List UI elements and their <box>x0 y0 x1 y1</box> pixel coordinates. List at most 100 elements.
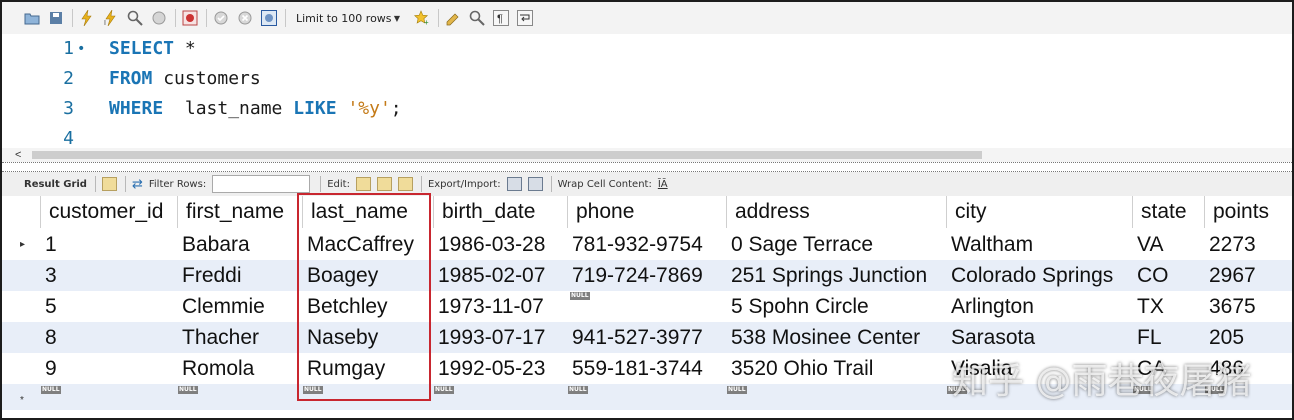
grid-cell-state[interactable]: VA <box>1132 229 1163 260</box>
explain-magnifier-icon[interactable] <box>127 10 143 26</box>
column-header-address[interactable]: address <box>726 196 946 228</box>
grid-cell-customer-id[interactable]: 9 <box>40 353 57 384</box>
grid-cell-city[interactable]: Waltham <box>946 229 1033 260</box>
grid-cell-address[interactable]: 5 Spohn Circle <box>726 291 869 322</box>
delete-row-icon[interactable] <box>397 177 413 191</box>
scroll-left-arrow-icon[interactable]: < <box>15 148 21 162</box>
grid-cell-city[interactable]: Arlington <box>946 291 1034 322</box>
toolbar-separator <box>175 9 176 27</box>
rollback-icon[interactable] <box>237 10 253 26</box>
toolbar-separator <box>320 176 322 192</box>
export-import-label: Export/Import: <box>427 178 501 190</box>
grid-cell-phone[interactable]: 719-724-7869 <box>567 260 703 291</box>
grid-cell-birth-date[interactable]: 1973-11-07 <box>433 291 544 322</box>
null-badge[interactable]: NULL <box>178 386 198 394</box>
grid-cell-first-name[interactable]: Babara <box>177 229 250 260</box>
grid-cell-customer-id[interactable]: 1 <box>40 229 57 260</box>
code-text: SELECT * <box>109 34 196 64</box>
wrap-cell-toggle-icon[interactable]: ĪĀ <box>658 179 668 190</box>
import-icon[interactable] <box>527 177 543 191</box>
line-number: 3 <box>63 98 74 119</box>
find-magnifier-icon[interactable] <box>469 10 485 26</box>
null-badge[interactable]: NULL <box>434 386 454 394</box>
export-icon[interactable] <box>506 177 522 191</box>
add-snippet-star-icon[interactable]: + <box>414 10 430 26</box>
sql-identifier <box>337 98 348 119</box>
grid-cell-address[interactable]: 3520 Ohio Trail <box>726 353 873 384</box>
sql-identifier: ; <box>390 98 402 119</box>
null-badge[interactable]: NULL <box>41 386 61 394</box>
grid-cell-first-name[interactable]: Freddi <box>177 260 242 291</box>
grid-cell-state[interactable]: FL <box>1132 322 1162 353</box>
execute-current-icon[interactable]: I <box>103 10 119 26</box>
stop-icon[interactable] <box>151 10 167 26</box>
panel-splitter[interactable] <box>2 162 1292 172</box>
refresh-arrows-icon[interactable]: ⇄ <box>132 177 143 192</box>
grid-cell-address[interactable]: 251 Springs Junction <box>726 260 927 291</box>
grid-cell-city[interactable]: Colorado Springs <box>946 260 1113 291</box>
column-header-birth-date[interactable]: birth_date <box>433 196 567 228</box>
null-badge[interactable]: NULL <box>568 386 588 394</box>
grid-cell-phone[interactable]: 559-181-3744 <box>567 353 703 384</box>
column-header-first-name[interactable]: first_name <box>177 196 302 228</box>
grid-cell-first-name[interactable]: Clemmie <box>177 291 265 322</box>
column-header-customer-id[interactable]: customer_id <box>40 196 177 228</box>
toggle-continue-on-error-icon[interactable] <box>182 10 198 26</box>
grid-cell-points[interactable]: 2273 <box>1204 229 1256 260</box>
insert-row-icon[interactable] <box>376 177 392 191</box>
grid-cell-phone[interactable]: 941-527-3977 <box>567 322 703 353</box>
column-header-phone[interactable]: phone <box>567 196 726 228</box>
toolbar-separator <box>94 176 96 192</box>
beautify-brush-icon[interactable] <box>445 10 461 26</box>
column-header-state[interactable]: state <box>1132 196 1204 228</box>
grid-cell-city[interactable]: Sarasota <box>946 322 1035 353</box>
last-name-highlight-box <box>297 193 431 401</box>
null-badge[interactable]: NULL <box>727 386 747 394</box>
grid-cell-customer-id[interactable]: 3 <box>40 260 57 291</box>
column-header-points[interactable]: points <box>1204 196 1286 228</box>
grid-cell-phone[interactable]: 781-932-9754 <box>567 229 703 260</box>
editor-horizontal-scrollbar[interactable]: < <box>2 148 1292 162</box>
grid-cell-first-name[interactable]: Thacher <box>177 322 259 353</box>
save-icon[interactable] <box>48 10 64 26</box>
scrollbar-thumb[interactable] <box>32 151 982 159</box>
invisible-characters-icon[interactable]: ¶ <box>493 10 509 26</box>
grid-cell-state[interactable]: CO <box>1132 260 1169 291</box>
grid-cell-points[interactable]: 3675 <box>1204 291 1256 322</box>
grid-cell-birth-date[interactable]: 1993-07-17 <box>433 322 545 353</box>
column-header-city[interactable]: city <box>946 196 1132 228</box>
sql-editor[interactable]: 1 • SELECT * 2 FROM customers 3 WHERE last_nam… <box>2 34 1292 149</box>
grid-cell-points[interactable]: 205 <box>1204 322 1244 353</box>
null-badge[interactable]: NULL <box>570 292 590 300</box>
grid-view-icon[interactable] <box>101 177 117 191</box>
toolbar-separator <box>285 9 286 27</box>
table-row[interactable]: 5 Clemmie Betchley 1973-11-07 NULL 5 Spohn Ci… <box>2 291 1292 322</box>
result-toolbar: Result Grid ⇄ Filter Rows: Edit: Export/… <box>2 172 1292 196</box>
autocommit-toggle-icon[interactable] <box>261 10 277 26</box>
svg-text:+: + <box>424 18 429 26</box>
edit-row-icon[interactable] <box>355 177 371 191</box>
grid-cell-customer-id[interactable]: 8 <box>40 322 57 353</box>
filter-rows-input[interactable] <box>212 175 311 193</box>
table-row[interactable]: 8 Thacher Naseby 1993-07-17 941-527-3977 538 … <box>2 322 1292 353</box>
table-row[interactable]: 3 Freddi Boagey 1985-02-07 719-724-7869 251 S… <box>2 260 1292 291</box>
grid-cell-first-name[interactable]: Romola <box>177 353 254 384</box>
wrap-cell-content-label: Wrap Cell Content: <box>557 178 652 190</box>
grid-cell-state[interactable]: TX <box>1132 291 1164 322</box>
execute-lightning-icon[interactable] <box>79 10 95 26</box>
grid-cell-points[interactable]: 2967 <box>1204 260 1256 291</box>
grid-cell-birth-date[interactable]: 1992-05-23 <box>433 353 545 384</box>
sql-identifier: * <box>174 38 196 59</box>
grid-cell-address[interactable]: 538 Mosinee Center <box>726 322 920 353</box>
word-wrap-icon[interactable] <box>517 10 533 26</box>
grid-cell-address[interactable]: 0 Sage Terrace <box>726 229 873 260</box>
commit-icon[interactable] <box>213 10 229 26</box>
grid-cell-customer-id[interactable]: 5 <box>40 291 57 322</box>
limit-rows-select[interactable]: Limit to 100 rows ▼ <box>292 9 404 27</box>
grid-cell-birth-date[interactable]: 1986-03-28 <box>433 229 545 260</box>
result-grid-tab[interactable]: Result Grid <box>24 179 87 190</box>
grid-cell-birth-date[interactable]: 1985-02-07 <box>433 260 545 291</box>
toolbar-separator <box>550 176 552 192</box>
open-folder-icon[interactable] <box>24 10 40 26</box>
table-row[interactable]: ▸ 1 Babara MacCaffrey 1986-03-28 781-932-9754… <box>2 229 1292 260</box>
